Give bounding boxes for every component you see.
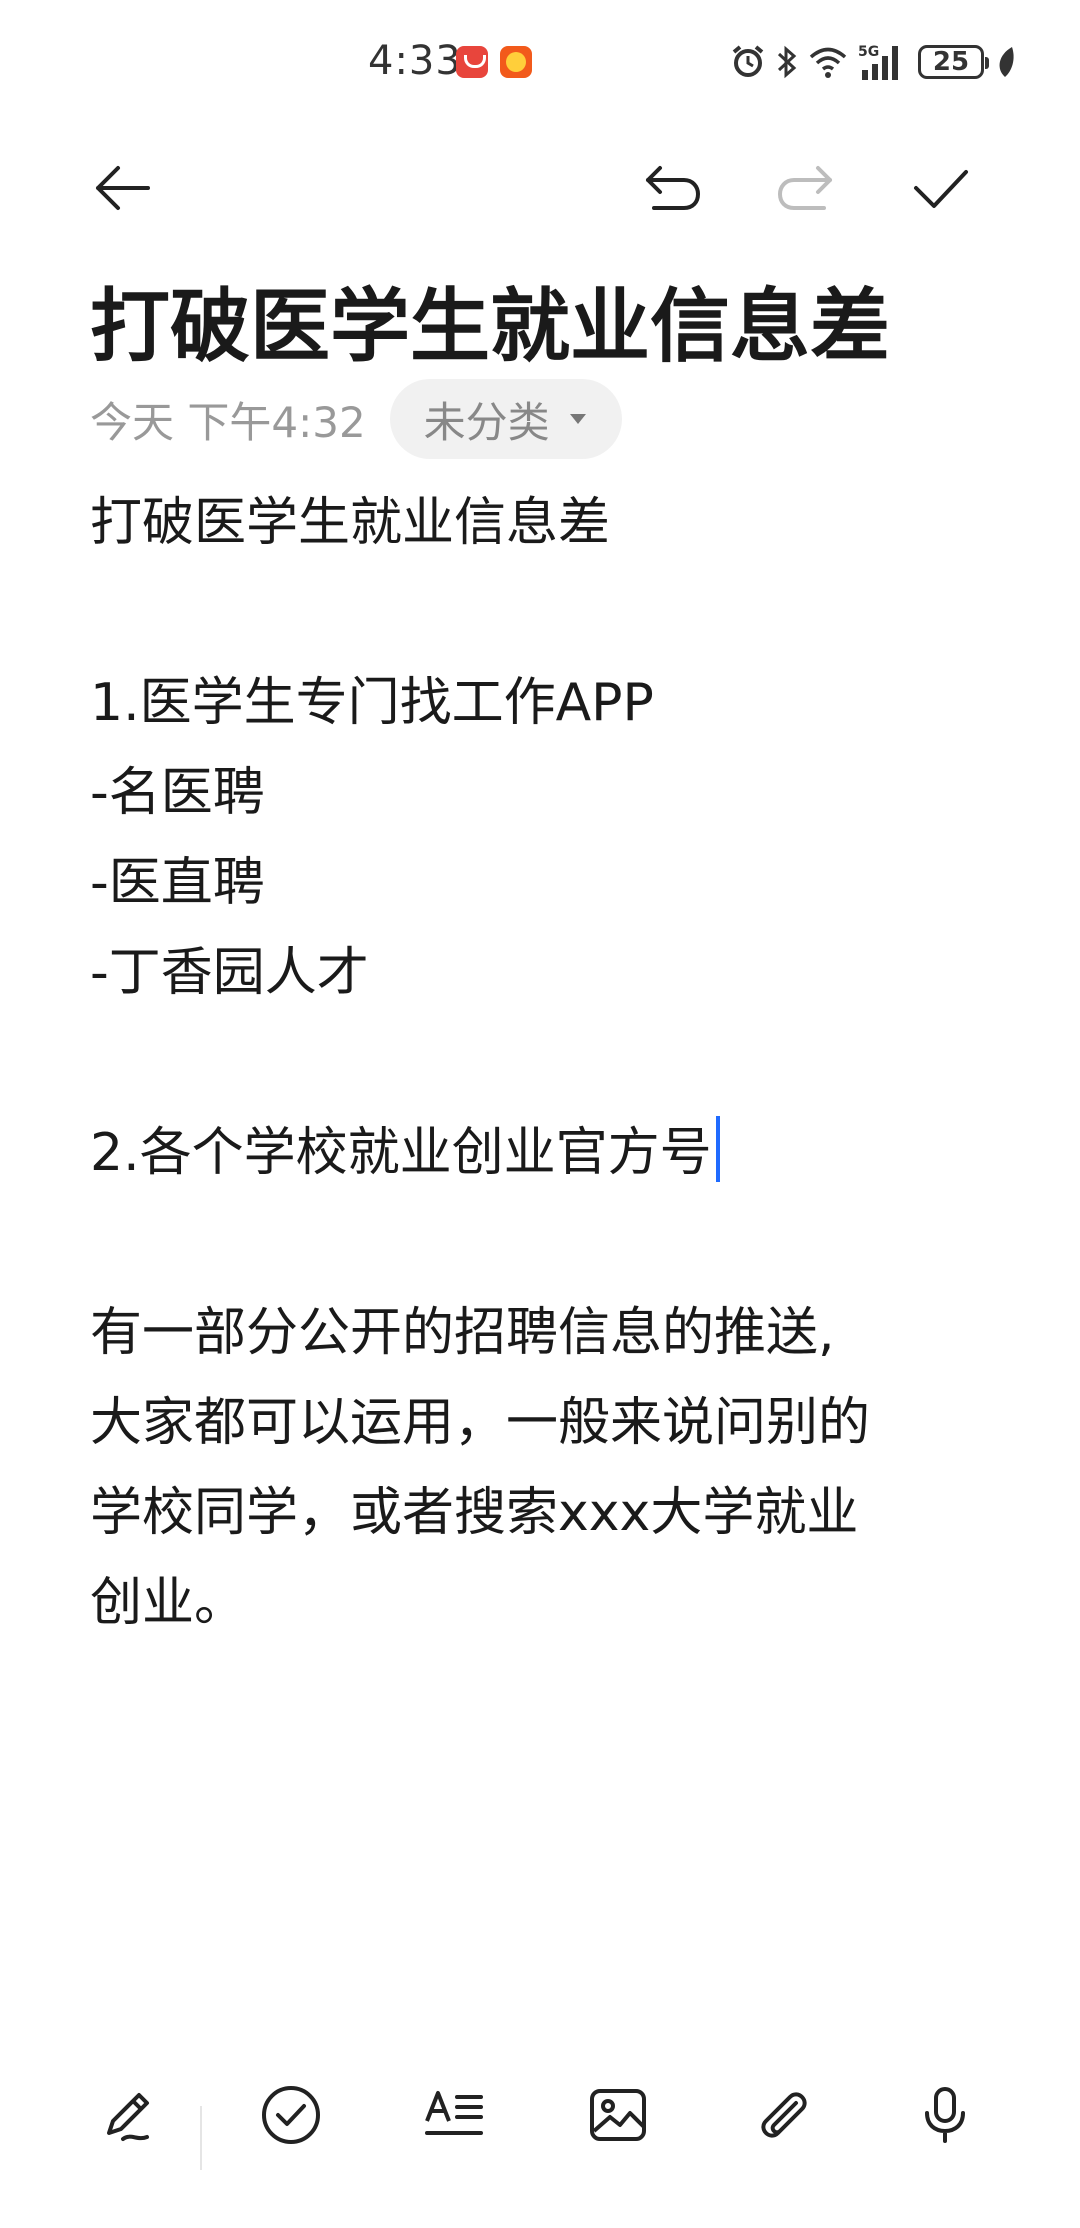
pen-icon: [107, 2093, 149, 2141]
microphone-icon: [925, 2087, 965, 2143]
redo-button[interactable]: [766, 148, 846, 228]
note-title[interactable]: 打破医学生就业信息差: [90, 262, 890, 378]
note-line: 创业。: [90, 1573, 247, 1633]
checkmark-icon: [914, 170, 968, 208]
battery-level: 25: [932, 47, 970, 77]
text-format-button[interactable]: [410, 2070, 500, 2160]
status-bar: 4:33 5G 25: [0, 0, 1080, 130]
checklist-button[interactable]: [246, 2070, 336, 2160]
network-label: 5G: [858, 44, 879, 60]
huawei-app-icon: [456, 46, 488, 78]
status-icons: 5G 25: [730, 40, 1016, 84]
note-line: 学校同学，或者搜索xxx大学就业: [90, 1483, 859, 1543]
arrow-left-icon: [96, 166, 150, 210]
voice-input-button[interactable]: [900, 2070, 990, 2160]
battery-indicator: 25: [918, 45, 989, 79]
note-body-editor[interactable]: 打破医学生就业信息差 1.医学生专门找工作APP -名医聘 -医直聘 -丁香园人…: [90, 478, 990, 1648]
done-button[interactable]: [900, 148, 980, 228]
note-line: -医直聘: [90, 853, 265, 913]
signal-5g-icon: 5G: [858, 44, 898, 80]
note-line: 有一部分公开的招聘信息的推送,: [90, 1303, 835, 1363]
redo-icon: [777, 166, 832, 210]
insert-image-button[interactable]: [573, 2070, 663, 2160]
note-meta: 今天 下午4:32 未分类: [90, 379, 622, 459]
text-format-icon: [425, 2091, 483, 2135]
attachment-icon: [761, 2092, 807, 2138]
status-time: 4:33: [368, 38, 462, 84]
taobao-app-icon: [500, 46, 532, 78]
note-line-with-cursor: 2.各个学校就业创业官方号: [90, 1108, 990, 1198]
note-line-blank: [90, 1018, 990, 1108]
note-line: 大家都可以运用，一般来说问别的: [90, 1393, 871, 1453]
undo-button[interactable]: [632, 148, 712, 228]
image-icon: [590, 2089, 646, 2141]
category-selector[interactable]: 未分类: [389, 379, 622, 459]
undo-icon: [646, 166, 701, 210]
bluetooth-icon: [777, 45, 797, 79]
note-line-blank: [90, 568, 990, 658]
dropdown-triangle-icon: [569, 414, 586, 424]
note-line: -名医聘: [90, 763, 265, 823]
category-label: 未分类: [423, 397, 550, 447]
toolbar-divider: [200, 2106, 202, 2170]
checklist-icon: [262, 2086, 320, 2144]
note-line: 打破医学生就业信息差: [90, 493, 611, 553]
note-toolbar: [0, 148, 1080, 228]
note-line: 1.医学生专门找工作APP: [90, 673, 654, 733]
note-line: -丁香园人才: [90, 943, 369, 1003]
text-cursor: [715, 1116, 720, 1182]
alarm-icon: [732, 45, 764, 77]
leaf-icon: [999, 47, 1014, 77]
note-date: 今天 下午4:32: [90, 397, 366, 447]
handwriting-button[interactable]: [82, 2070, 172, 2160]
attachment-button[interactable]: [737, 2070, 827, 2160]
back-button[interactable]: [82, 148, 162, 228]
wifi-icon: [809, 47, 847, 78]
note-line-blank: [90, 1198, 990, 1288]
note-line-text: 2.各个学校就业创业官方号: [90, 1123, 712, 1183]
bottom-toolbar: [0, 2050, 1080, 2180]
